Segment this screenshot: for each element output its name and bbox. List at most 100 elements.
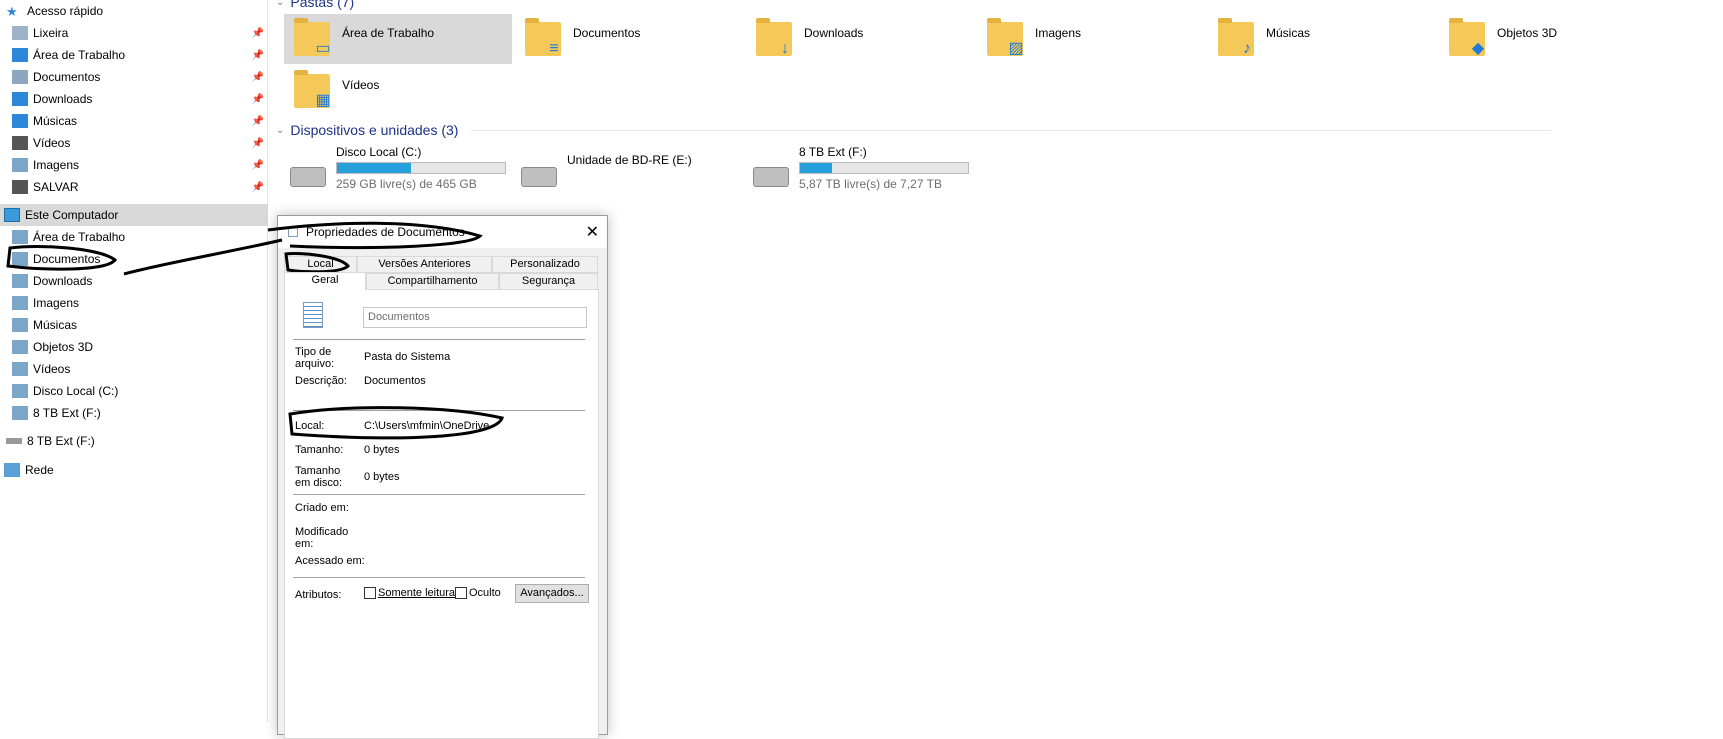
sidebar-item-quick[interactable]: Área de Trabalho 📌 [0,44,268,66]
sidebar-item-quick[interactable]: SALVAR 📌 [0,176,268,198]
folder-tile[interactable]: ▭ Área de Trabalho [284,14,512,64]
folder-tile[interactable]: ≡ Documentos [515,14,743,64]
drive-name: Unidade de BD-RE (E:) [567,153,692,167]
drive-f[interactable]: 8 TB Ext (F:) 5,87 TB livre(s) de 7,27 TB [749,145,969,195]
folder-tile[interactable]: ▨ Imagens [977,14,1205,64]
sidebar-item-quick[interactable]: Imagens 📌 [0,154,268,176]
pin-icon: 📌 [251,27,264,39]
folder-icon: ≡ [525,18,561,57]
sidebar-item-quick[interactable]: Músicas 📌 [0,110,268,132]
sidebar-item-pc[interactable]: Área de Trabalho [0,226,268,248]
created-label: Criado em: [295,502,349,514]
drive-usage-bar [799,162,969,174]
description-label: Descrição: [295,375,347,387]
pin-icon: 📌 [251,93,264,105]
item-icon [12,92,28,106]
pin-icon: 📌 [251,137,264,149]
sidebar-item-pc[interactable]: Disco Local (C:) [0,380,268,402]
tab-general[interactable]: Geral [284,272,366,290]
drive-icon [753,167,789,187]
folders-header[interactable]: ⌄ Pastas (7) [276,0,354,10]
sidebar-item-network[interactable]: Rede [0,459,268,481]
network-icon [4,463,20,477]
description-value: Documentos [364,375,426,387]
accessed-label: Acessado em: [295,555,365,567]
sidebar-item-ext-drive[interactable]: 8 TB Ext (F:) [0,430,268,452]
hidden-checkbox[interactable]: Oculto [455,587,501,600]
chevron-down-icon: ⌄ [276,0,285,8]
general-panel: Documentos Tipo de arquivo: Pasta do Sis… [284,289,599,739]
type-value: Pasta do Sistema [364,351,451,363]
sidebar-item-pc[interactable]: Imagens [0,292,268,314]
item-icon [12,384,28,398]
readonly-checkbox[interactable]: Somente leitura [364,587,456,600]
quick-access[interactable]: ★ Acesso rápido [0,0,268,22]
drive-info: 259 GB livre(s) de 465 GB [336,177,477,191]
folder-tile[interactable]: ◆ Objetos 3D [1439,14,1667,64]
bluray-drive-icon [521,167,557,187]
tab-local[interactable]: Local [284,256,357,273]
type-label: Tipo de arquivo: [295,346,335,370]
chevron-down-icon: ⌄ [276,124,285,136]
folder-icon: ▨ [987,18,1024,57]
folder-icon: ♪ [1218,18,1254,57]
folder-tile[interactable]: ♪ Músicas [1208,14,1436,64]
name-field[interactable]: Documentos [363,307,587,328]
document-icon [288,227,298,237]
drive-name: Disco Local (C:) [336,145,422,159]
hidden-label: Oculto [469,587,501,599]
item-icon [12,114,28,128]
sidebar-item-pc[interactable]: 8 TB Ext (F:) [0,402,268,424]
devices-header[interactable]: ⌄ Dispositivos e unidades (3) [276,122,1551,138]
close-button[interactable]: ✕ [586,222,599,242]
sidebar-item-this-pc[interactable]: Este Computador [0,204,268,226]
tab-security[interactable]: Segurança [499,273,598,290]
navigation-pane: ★ Acesso rápido Lixeira 📌 Área de Trabalho 📌… [0,0,268,722]
divider [471,129,1551,131]
item-icon [12,230,28,244]
drive-usage-bar [336,162,506,174]
sidebar-item-quick[interactable]: Downloads 📌 [0,88,268,110]
computer-icon [4,208,20,222]
drive-icon [6,438,22,444]
drive-info: 5,87 TB livre(s) de 7,27 TB [799,177,942,191]
sidebar-item-pc[interactable]: Documentos [0,248,268,270]
sidebar-item-quick[interactable]: Vídeos 📌 [0,132,268,154]
tab-sharing[interactable]: Compartilhamento [366,273,499,290]
pin-icon: 📌 [251,181,264,193]
readonly-label: Somente leitura [378,587,456,599]
item-icon [12,70,28,84]
drive-c[interactable]: Disco Local (C:) 259 GB livre(s) de 465 G… [286,145,506,195]
sidebar-item-pc[interactable]: Vídeos [0,358,268,380]
attributes-label: Atributos: [295,589,342,601]
drive-name: 8 TB Ext (F:) [799,145,867,159]
pin-icon: 📌 [251,49,264,61]
sidebar-item-pc[interactable]: Downloads [0,270,268,292]
item-icon [12,362,28,376]
folder-icon: ▦ [294,70,331,109]
folder-tile[interactable]: ▦ Vídeos [284,66,512,116]
sidebar-item-quick[interactable]: Lixeira 📌 [0,22,268,44]
item-icon [12,340,28,354]
folder-tile[interactable]: ↓ Downloads [746,14,974,64]
advanced-button[interactable]: Avançados... [515,584,589,603]
sidebar-item-pc[interactable]: Músicas [0,314,268,336]
properties-dialog: Propriedades de Documentos ✕ Local Versõ… [277,215,608,739]
item-icon [12,296,28,310]
item-icon [12,26,28,40]
title-bar[interactable]: Propriedades de Documentos [278,216,607,248]
tab-previous-versions[interactable]: Versões Anteriores [357,256,492,273]
star-icon: ★ [6,4,18,19]
tab-custom[interactable]: Personalizado [492,256,598,273]
size-on-disk-value: 0 bytes [364,471,400,483]
sidebar-item-quick[interactable]: Documentos 📌 [0,66,268,88]
pin-icon: 📌 [251,115,264,127]
folder-icon: ▭ [294,18,331,57]
pin-icon: 📌 [251,159,264,171]
item-icon [12,274,28,288]
sidebar-item-pc[interactable]: Objetos 3D [0,336,268,358]
item-icon [12,252,28,266]
item-icon [12,318,28,332]
folder-icon: ↓ [756,18,792,57]
drive-e[interactable]: Unidade de BD-RE (E:) [517,145,692,195]
